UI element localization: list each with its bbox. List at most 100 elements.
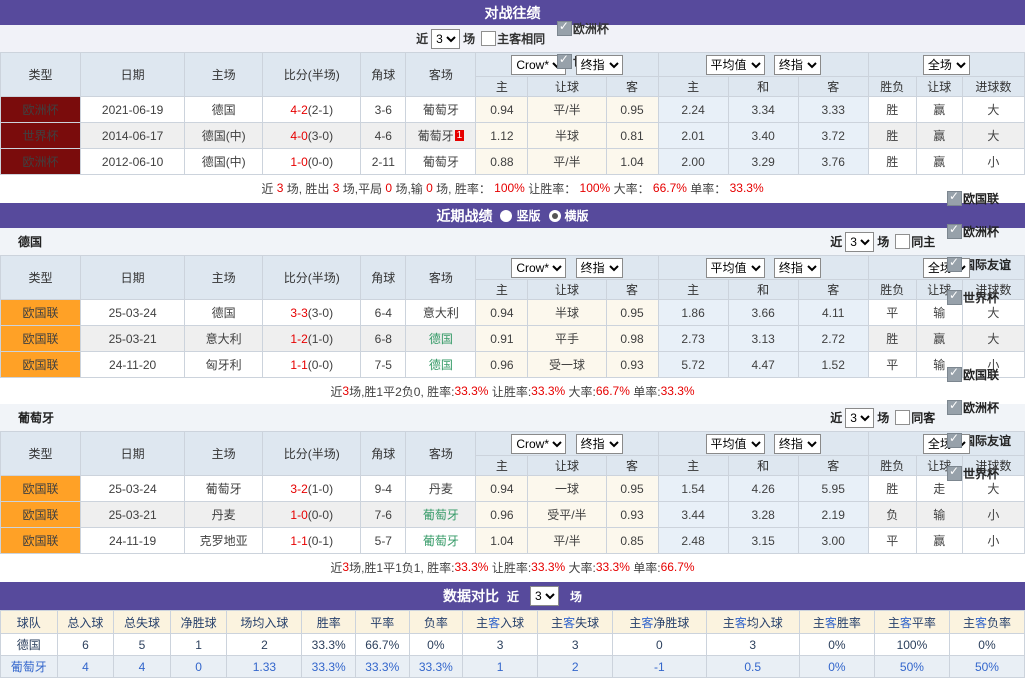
- col-avg-draw: 和: [728, 456, 798, 476]
- avg-odds-select[interactable]: 平均值: [706, 434, 765, 454]
- summary-segment: 让胜率:: [488, 559, 531, 576]
- col-date: 日期: [81, 256, 185, 300]
- fulltime-score: 3-2: [290, 482, 307, 496]
- league-checkbox[interactable]: [947, 290, 962, 305]
- final-odds-select[interactable]: 终指: [576, 434, 623, 454]
- vertical-radio[interactable]: [500, 210, 512, 222]
- near-label: 近: [416, 30, 428, 47]
- handicap-line-cell: 平手: [528, 326, 606, 352]
- header-part: 负率: [424, 616, 448, 630]
- horizontal-layout-option[interactable]: 横版: [549, 207, 589, 224]
- league-filter[interactable]: 国际友谊: [942, 256, 1011, 273]
- header-part: 总失球: [124, 616, 160, 630]
- col-home-odds: 主: [476, 280, 528, 300]
- handicap-line-cell: 平/半: [528, 97, 606, 123]
- header-part: 净胜球: [181, 616, 217, 630]
- final-odds-select[interactable]: 终指: [576, 55, 623, 75]
- handicap-away-odds-cell: 1.04: [606, 149, 658, 175]
- handicap-away-odds-cell: 0.85: [606, 528, 658, 554]
- league-checkbox[interactable]: [947, 224, 962, 239]
- avg-away-odds-cell: 3.33: [798, 97, 868, 123]
- home-team-cell: 意大利: [185, 326, 263, 352]
- handicap-away-odds-cell: 0.93: [606, 352, 658, 378]
- league-checkbox[interactable]: [947, 257, 962, 272]
- handicap-line-cell: 受一球: [528, 352, 606, 378]
- league-filter[interactable]: 欧国联: [942, 366, 999, 383]
- corner-cell: 9-4: [361, 476, 406, 502]
- league-checkbox[interactable]: [557, 21, 572, 36]
- summary-segment: 33.3%: [454, 384, 488, 398]
- col-score: 比分(半场): [263, 256, 361, 300]
- compare-count-select[interactable]: 3: [530, 586, 559, 606]
- score-cell: 1-0(0-0): [263, 502, 361, 528]
- match-date-cell: 25-03-24: [81, 300, 185, 326]
- avg-final-odds-select[interactable]: 终指: [774, 434, 821, 454]
- col-type: 类型: [1, 53, 81, 97]
- league-checkbox[interactable]: [947, 433, 962, 448]
- same-venue-checkbox[interactable]: [481, 31, 496, 46]
- league-filter[interactable]: 欧洲杯: [552, 20, 609, 37]
- horizontal-radio[interactable]: [549, 210, 561, 222]
- corner-cell: 7-6: [361, 502, 406, 528]
- final-odds-select[interactable]: 终指: [576, 258, 623, 278]
- avg-odds-select[interactable]: 平均值: [706, 258, 765, 278]
- h2h-count-select[interactable]: 3: [431, 29, 460, 49]
- same-away-checkbox[interactable]: [895, 410, 910, 425]
- handicap-away-odds-cell: 0.95: [606, 476, 658, 502]
- avg-final-odds-select[interactable]: 终指: [774, 55, 821, 75]
- compare-col-header: 主客均入球: [706, 611, 799, 634]
- header-part: 主: [629, 616, 641, 630]
- summary-segment: 33.3%: [531, 560, 565, 574]
- portugal-count-select[interactable]: 3: [845, 408, 874, 428]
- header-part: 主: [888, 616, 900, 630]
- vertical-layout-option[interactable]: 竖版: [500, 207, 540, 224]
- near-label: 近: [507, 588, 519, 605]
- avg-draw-odds-cell: 3.66: [728, 300, 798, 326]
- header-part: 平率: [370, 616, 394, 630]
- compare-col-header: 主客净胜球: [613, 611, 706, 634]
- league-filter[interactable]: 欧洲杯: [942, 399, 999, 416]
- col-goals: 进球数: [962, 77, 1024, 97]
- odds-provider-select[interactable]: Crow*: [511, 258, 566, 278]
- odds-provider-select[interactable]: Crow*: [511, 434, 566, 454]
- header-part: 胜率: [317, 616, 341, 630]
- summary-segment: 33.3%: [661, 384, 695, 398]
- match-row: 欧国联 25-03-21 丹麦 1-0(0-0) 7-6 葡萄牙 0.96 受平…: [1, 502, 1025, 528]
- result-handicap-cell: 输: [916, 502, 962, 528]
- summary-segment: 单率:: [630, 559, 661, 576]
- home-team-cell: 葡萄牙: [185, 476, 263, 502]
- summary-segment: 大率：: [610, 180, 653, 197]
- away-team-cell: 葡萄牙: [406, 528, 476, 554]
- avg-odds-select[interactable]: 平均值: [706, 55, 765, 75]
- stat-cell: 0%: [799, 634, 874, 656]
- handicap-home-odds-cell: 1.04: [476, 528, 528, 554]
- fulltime-select[interactable]: 全场: [923, 55, 970, 75]
- league-checkbox[interactable]: [947, 367, 962, 382]
- stat-cell: 3: [706, 634, 799, 656]
- result-wdl-cell: 平: [868, 528, 916, 554]
- league-checkbox[interactable]: [947, 466, 962, 481]
- germany-count-select[interactable]: 3: [845, 232, 874, 252]
- summary-segment: 单率：: [687, 180, 730, 197]
- avg-final-odds-select[interactable]: 终指: [774, 258, 821, 278]
- handicap-away-odds-cell: 0.93: [606, 502, 658, 528]
- same-home-checkbox[interactable]: [895, 234, 910, 249]
- league-label: 欧洲杯: [573, 20, 609, 37]
- away-team-cell: 德国: [406, 352, 476, 378]
- score-cell: 1-1(0-1): [263, 528, 361, 554]
- germany-header-row: 德国 近 3 场 同主 欧国联 欧洲杯 国际友谊 世界杯: [0, 228, 1025, 255]
- header-part-away: 客: [900, 616, 912, 630]
- league-checkbox[interactable]: [557, 54, 572, 69]
- near-label: 近: [830, 233, 842, 250]
- away-team-cell: 丹麦: [406, 476, 476, 502]
- league-filter[interactable]: 欧洲杯: [942, 223, 999, 240]
- col-avg-draw: 和: [728, 280, 798, 300]
- league-checkbox[interactable]: [947, 400, 962, 415]
- handicap-home-odds-cell: 0.91: [476, 326, 528, 352]
- match-date-cell: 25-03-21: [81, 326, 185, 352]
- league-checkbox[interactable]: [947, 191, 962, 206]
- stat-cell: 33.3%: [302, 656, 356, 678]
- league-filter[interactable]: 欧国联: [942, 190, 999, 207]
- handicap-line-cell: 一球: [528, 476, 606, 502]
- league-filter[interactable]: 国际友谊: [942, 432, 1011, 449]
